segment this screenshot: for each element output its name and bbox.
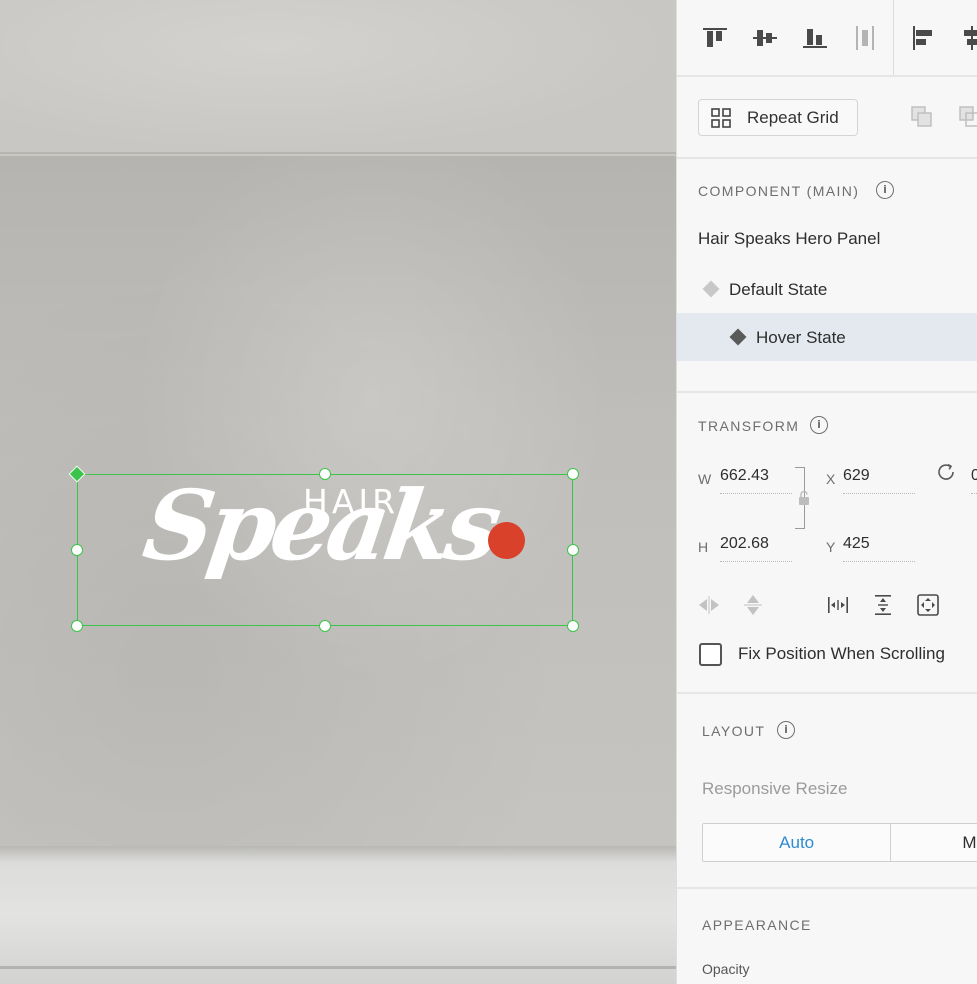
align-middle-icon[interactable]	[751, 24, 779, 52]
selection-box[interactable]	[68, 465, 579, 632]
repeat-grid-button[interactable]: Repeat Grid	[698, 99, 858, 136]
width-label: W	[698, 471, 712, 487]
component-section-title: COMPONENT (MAIN)	[698, 183, 860, 199]
responsive-resize-toggle: Auto Ma	[702, 823, 977, 862]
x-label: X	[826, 471, 836, 487]
resize-handle-right[interactable]	[567, 544, 579, 556]
layout-info-icon[interactable]: i	[777, 721, 795, 739]
align-left-icon[interactable]	[910, 24, 938, 52]
align-center-icon[interactable]	[958, 24, 977, 52]
component-name[interactable]: Hair Speaks Hero Panel	[698, 229, 880, 249]
flip-horizontal-icon[interactable]	[696, 592, 722, 618]
width-input[interactable]	[720, 462, 792, 494]
distribute-vertical-icon[interactable]	[851, 24, 879, 52]
fit-height-icon[interactable]	[870, 592, 896, 618]
section-divider	[677, 391, 977, 393]
align-bottom-icon[interactable]	[801, 24, 829, 52]
section-divider	[677, 887, 977, 889]
state-row-default[interactable]: Default State	[677, 265, 977, 313]
default-state-diamond-icon	[702, 280, 720, 298]
state-label: Hover State	[756, 328, 846, 347]
height-input[interactable]	[720, 530, 792, 562]
resize-handle-left[interactable]	[71, 544, 83, 556]
resize-handle-bottom-right[interactable]	[567, 620, 579, 632]
section-divider	[677, 157, 977, 159]
boolean-subtract-icon[interactable]	[957, 104, 977, 130]
canvas-floor-line	[0, 966, 676, 969]
layout-section-title: LAYOUT	[702, 723, 766, 739]
resize-handle-top[interactable]	[319, 468, 331, 480]
canvas-background-floor	[0, 846, 676, 984]
opacity-label: Opacity	[702, 961, 750, 977]
section-divider	[677, 692, 977, 694]
repeat-grid-label: Repeat Grid	[747, 107, 839, 127]
flip-vertical-icon[interactable]	[740, 592, 766, 618]
layout-option-auto[interactable]: Auto	[703, 824, 892, 861]
resize-handle-bottom[interactable]	[319, 620, 331, 632]
toolbar-divider	[893, 0, 894, 76]
rotation-input[interactable]	[971, 462, 977, 494]
property-inspector: Repeat Grid COMPONENT (MAIN) i Hair Spea…	[676, 0, 977, 984]
design-canvas[interactable]: Speaks HAIR	[0, 0, 676, 984]
boolean-add-icon[interactable]	[909, 104, 935, 130]
resize-handle-bottom-left[interactable]	[71, 620, 83, 632]
canvas-background-top	[0, 0, 676, 154]
rotation-icon	[938, 463, 954, 480]
fit-content-icon[interactable]	[915, 592, 941, 618]
state-label: Default State	[729, 280, 828, 299]
y-label: Y	[826, 539, 836, 555]
component-info-icon[interactable]: i	[876, 181, 894, 199]
appearance-section-title: APPEARANCE	[702, 917, 812, 933]
section-divider	[677, 75, 977, 77]
resize-handle-top-right[interactable]	[567, 468, 579, 480]
x-input[interactable]	[843, 462, 915, 494]
transform-section-title: TRANSFORM	[698, 418, 800, 434]
repeat-grid-icon	[711, 107, 731, 128]
aspect-lock-icon[interactable]	[797, 490, 811, 506]
transform-info-icon[interactable]: i	[810, 416, 828, 434]
state-row-hover[interactable]: Hover State	[677, 313, 977, 361]
layout-option-manual[interactable]: Ma	[891, 824, 977, 861]
y-input[interactable]	[843, 530, 915, 562]
height-label: H	[698, 539, 709, 555]
fit-width-icon[interactable]	[825, 592, 851, 618]
fix-position-label: Fix Position When Scrolling	[738, 644, 945, 663]
align-top-icon[interactable]	[701, 24, 729, 52]
fix-position-checkbox[interactable]	[699, 643, 722, 666]
responsive-resize-label: Responsive Resize	[702, 779, 848, 798]
hover-state-diamond-icon	[729, 328, 747, 346]
